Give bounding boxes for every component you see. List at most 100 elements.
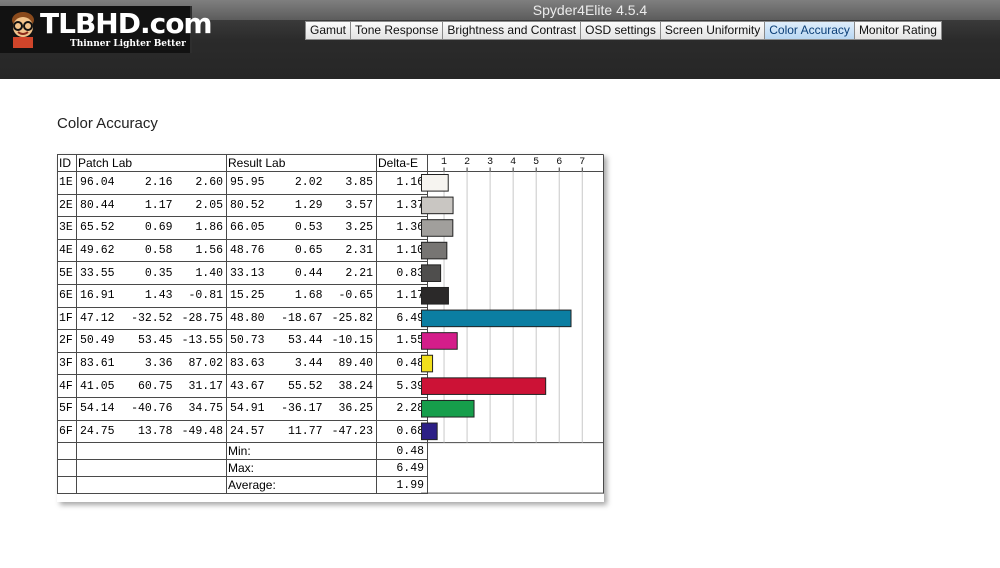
- tab-color-accuracy[interactable]: Color Accuracy: [764, 21, 855, 40]
- tick-label: 1: [441, 157, 447, 168]
- result-lab-value: 83.63: [230, 357, 265, 371]
- header-delta-e: Delta-E: [376, 154, 428, 172]
- patch-lab-value: 1.17: [144, 198, 173, 212]
- result-lab-value: 3.25: [345, 221, 373, 235]
- result-lab-value: -0.65: [338, 289, 373, 303]
- patch-lab: 41.05 60.75 31.17: [76, 374, 227, 398]
- patch-lab-value: 54.14: [80, 402, 115, 416]
- result-lab: 43.67 55.52 38.24: [226, 374, 377, 398]
- result-lab-value: -25.82: [331, 311, 373, 325]
- result-lab: 50.73 53.44 -10.15: [226, 329, 377, 353]
- patch-lab-value: 2.60: [195, 176, 223, 190]
- summary-empty-cell: [57, 476, 77, 495]
- result-lab-value: 11.77: [287, 424, 323, 438]
- patch-lab-value: -32.52: [131, 311, 173, 325]
- tick-label: 7: [579, 157, 585, 168]
- result-lab-value: -36.17: [281, 402, 323, 416]
- result-lab-value: 89.40: [338, 357, 373, 371]
- table-row: 5F 54.14 -40.76 34.75 54.91 -36.17 36.25 2.28: [57, 396, 428, 421]
- row-id: 4E: [57, 238, 77, 263]
- patch-lab-value: 65.52: [80, 221, 115, 235]
- delta-e-value: 2.28: [376, 396, 428, 421]
- patch-lab-value: 87.02: [188, 357, 223, 371]
- table-row: 1F 47.12 -32.52 -28.75 48.80 -18.67 -25.82 6.49: [57, 306, 428, 331]
- tab-brightness-and-contrast[interactable]: Brightness and Contrast: [442, 21, 582, 40]
- result-lab-value: 2.02: [294, 176, 323, 190]
- summary-empty-cell: [76, 442, 227, 461]
- patch-lab-value: 83.61: [80, 357, 115, 371]
- patch-lab: 24.75 13.78 -49.48: [76, 419, 227, 444]
- result-lab: 83.63 3.44 89.40: [226, 351, 377, 376]
- patch-lab: 49.62 0.58 1.56: [76, 238, 227, 263]
- delta-e-bar-chart: 1 2 3 4 5 6 7: [421, 154, 604, 494]
- patch-lab: 50.49 53.45 -13.55: [76, 329, 227, 353]
- result-lab: 54.91 -36.17 36.25: [226, 396, 377, 421]
- table-row: 1E 96.04 2.16 2.60 95.95 2.02 3.85 1.16: [57, 171, 428, 195]
- result-lab: 48.80 -18.67 -25.82: [226, 306, 377, 331]
- patch-lab-value: 0.69: [144, 221, 173, 235]
- delta-e-bar: [421, 422, 438, 441]
- result-lab-value: 1.29: [294, 198, 323, 212]
- patch-lab-value: -0.81: [188, 289, 223, 303]
- tab-gamut[interactable]: Gamut: [305, 21, 352, 40]
- patch-lab: 80.44 1.17 2.05: [76, 193, 227, 218]
- tab-tone-response[interactable]: Tone Response: [350, 21, 444, 40]
- result-lab: 66.05 0.53 3.25: [226, 216, 377, 240]
- patch-lab-value: 1.86: [195, 221, 223, 235]
- result-lab-value: 3.85: [345, 176, 373, 190]
- logo-tagline: Thinner Lighter Better: [70, 39, 186, 49]
- table-row: 6F 24.75 13.78 -49.48 24.57 11.77 -47.23 0.68: [57, 419, 428, 444]
- patch-lab-value: 1.43: [144, 289, 173, 303]
- patch-lab: 33.55 0.35 1.40: [76, 261, 227, 285]
- result-lab-value: 15.25: [230, 289, 265, 303]
- result-lab-value: 3.57: [345, 198, 373, 212]
- logo-text: TLBHD.com: [40, 7, 213, 40]
- patch-lab-value: -40.76: [131, 402, 173, 416]
- patch-lab-value: 13.78: [137, 424, 173, 438]
- delta-e-value: 1.17: [376, 283, 428, 308]
- site-logo: TLBHD.com Thinner Lighter Better: [0, 6, 213, 53]
- result-lab-value: 24.57: [230, 424, 265, 438]
- tab-screen-uniformity[interactable]: Screen Uniformity: [659, 21, 766, 40]
- tab-monitor-rating[interactable]: Monitor Rating: [853, 21, 942, 40]
- patch-lab-value: 1.40: [195, 266, 223, 280]
- patch-lab: 65.52 0.69 1.86: [76, 216, 227, 240]
- patch-lab-value: 34.75: [188, 402, 223, 416]
- patch-lab-value: 80.44: [80, 198, 115, 212]
- delta-e-value: 1.36: [376, 216, 428, 240]
- summary-row: Average: 1.99: [57, 476, 428, 495]
- result-lab-value: 38.24: [338, 379, 373, 393]
- tab-osd-settings[interactable]: OSD settings: [580, 21, 661, 40]
- tab-bar: Gamut Tone Response Brightness and Contras…: [305, 21, 942, 40]
- delta-e-bar: [421, 174, 449, 192]
- result-lab: 48.76 0.65 2.31: [226, 238, 377, 263]
- result-lab: 95.95 2.02 3.85: [226, 171, 377, 195]
- patch-lab: 47.12 -32.52 -28.75: [76, 306, 227, 331]
- summary-empty-cell: [57, 442, 77, 461]
- result-lab-value: 54.91: [230, 402, 265, 416]
- patch-lab-value: 3.36: [144, 357, 173, 371]
- result-lab-value: 55.52: [287, 379, 323, 393]
- summary-row: Min: 0.48: [57, 442, 428, 461]
- result-lab: 80.52 1.29 3.57: [226, 193, 377, 218]
- row-id: 6E: [57, 283, 77, 308]
- row-id: 1F: [57, 306, 77, 331]
- result-lab-value: 33.13: [230, 266, 265, 280]
- delta-e-bar: [421, 377, 547, 395]
- delta-e-bar: [421, 219, 454, 237]
- result-lab-value: -10.15: [331, 334, 373, 348]
- table-row: 4F 41.05 60.75 31.17 43.67 55.52 38.24 5.39: [57, 374, 428, 398]
- table-row: 5E 33.55 0.35 1.40 33.13 0.44 2.21 0.83: [57, 261, 428, 285]
- tick-label: 6: [556, 157, 562, 168]
- tick-label: 4: [510, 157, 516, 168]
- summary-label: Min:: [226, 442, 377, 461]
- table-row: 6E 16.91 1.43 -0.81 15.25 1.68 -0.65 1.17: [57, 283, 428, 308]
- patch-lab-value: 33.55: [80, 266, 115, 280]
- table-row: 2F 50.49 53.45 -13.55 50.73 53.44 -10.15 1.55: [57, 329, 428, 353]
- patch-lab-value: 96.04: [80, 176, 115, 190]
- delta-e-bar: [421, 241, 448, 260]
- row-id: 1E: [57, 171, 77, 195]
- mascot-icon: [12, 12, 34, 48]
- summary-value: 6.49: [376, 459, 428, 478]
- result-lab-value: 0.65: [294, 244, 323, 258]
